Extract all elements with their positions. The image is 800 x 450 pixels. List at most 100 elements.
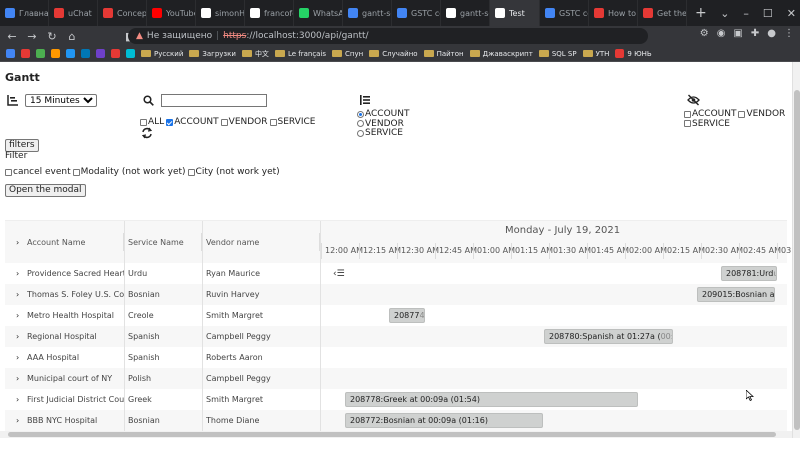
address-input[interactable]: ▲ Не защищено | https://localhost:3000/a… [128, 28, 648, 44]
tab-search-icon[interactable]: ⌄ [720, 7, 729, 20]
bookmark-folder[interactable]: Пайтон [423, 50, 464, 58]
bookmark-folder[interactable]: Русский [141, 50, 183, 58]
gantt-bar[interactable]: 208781:Urdu [721, 266, 777, 281]
search-icon[interactable] [140, 92, 156, 108]
search-input[interactable] [161, 93, 267, 107]
browser-tab[interactable]: uChat [49, 0, 98, 26]
expand-row-icon[interactable]: › [16, 368, 19, 389]
checkbox[interactable] [5, 168, 12, 176]
checkbox[interactable] [684, 120, 691, 127]
browser-tab[interactable]: WhatsApp [294, 0, 343, 26]
expand-row-icon[interactable]: › [16, 263, 19, 284]
gantt-row[interactable]: › Municipal court of NY Polish Campbell Peg… [5, 368, 787, 389]
option-checkbox-0[interactable]: cancel event [5, 167, 71, 177]
browser-tab[interactable]: GSTC com [540, 0, 589, 26]
gantt-bar[interactable]: 208772:Bosnian at 00:09a (01:16) [345, 413, 543, 428]
expand-row-icon[interactable]: › [16, 284, 19, 305]
filter-checkbox-2[interactable]: VENDOR [220, 117, 268, 127]
radio-button[interactable] [357, 129, 364, 137]
expand-row-icon[interactable]: › [16, 305, 19, 326]
browser-tab[interactable]: Get the te [638, 0, 687, 26]
checkbox[interactable] [269, 118, 277, 126]
bookmark-item[interactable] [66, 49, 75, 58]
bookmark-item[interactable] [126, 49, 135, 58]
browser-tab[interactable]: gantt-sche [343, 0, 392, 26]
bookmark-folder[interactable]: УТН [582, 50, 609, 58]
browser-tab[interactable]: Главная [0, 0, 49, 26]
radio-button[interactable] [357, 110, 364, 118]
checkbox[interactable] [187, 168, 195, 176]
expand-row-icon[interactable]: › [16, 347, 19, 368]
bookmark-folder[interactable]: Загрузки [189, 50, 236, 58]
bookmark-folder[interactable]: SQL SP [538, 50, 577, 58]
bookmark-folder[interactable]: Спун [332, 50, 363, 58]
refresh-icon[interactable] [139, 125, 155, 141]
bookmark-item[interactable] [111, 49, 120, 58]
profile-icon[interactable]: ● [767, 28, 776, 39]
column-header-vendor[interactable]: Vendor name [202, 233, 320, 251]
browser-tab[interactable]: francofga [245, 0, 294, 26]
option-checkbox-1[interactable]: Modality (not work yet) [72, 167, 186, 177]
hide-checkbox-0[interactable]: ACCOUNT [684, 110, 736, 119]
filter-checkbox-1[interactable]: ACCOUNT [166, 117, 219, 127]
bookmark-item[interactable] [51, 49, 60, 58]
expand-all-icon[interactable]: › [16, 233, 19, 251]
browser-tab[interactable]: Test [490, 0, 540, 26]
page-scrollbar[interactable] [792, 62, 800, 438]
checkbox[interactable] [738, 110, 746, 118]
group-radio-1[interactable]: VENDOR [357, 119, 404, 128]
group-radio-2[interactable]: SERVICE [357, 129, 403, 138]
column-header-account[interactable]: Account Name [23, 233, 124, 251]
checkbox[interactable] [72, 168, 80, 176]
horizontal-scroll-thumb[interactable] [8, 432, 776, 437]
option-checkbox-2[interactable]: City (not work yet) [187, 167, 280, 177]
expand-row-icon[interactable]: › [16, 389, 19, 410]
menu-icon[interactable]: ⋮ [784, 28, 794, 39]
bookmark-item[interactable] [96, 49, 105, 58]
checkbox[interactable] [220, 118, 228, 126]
forward-icon[interactable]: → [24, 30, 40, 43]
checkbox[interactable] [166, 118, 174, 126]
group-radio-0[interactable]: ACCOUNT [357, 110, 409, 119]
back-icon[interactable]: ← [4, 30, 20, 43]
minimize-icon[interactable]: – [743, 7, 749, 20]
bookmark-folder[interactable]: 中文 [241, 49, 269, 59]
extension-icon[interactable]: ▣ [733, 28, 742, 39]
browser-tab[interactable]: YouTube [147, 0, 196, 26]
radio-button[interactable] [357, 120, 364, 127]
filter-checkbox-3[interactable]: SERVICE [269, 117, 315, 127]
bookmark-folder[interactable]: Случайно [369, 50, 418, 58]
scroll-thumb[interactable] [794, 90, 800, 430]
browser-tab[interactable]: Concept [98, 0, 147, 26]
bookmark-item[interactable] [6, 49, 15, 58]
expand-row-icon[interactable]: › [16, 326, 19, 347]
extensions-puzzle-icon[interactable]: ✚ [751, 28, 759, 39]
horizontal-scrollbar[interactable] [0, 431, 792, 438]
bookmark-folder[interactable]: Le français [274, 50, 326, 58]
zoom-select[interactable]: 15 Minutes [25, 93, 97, 107]
browser-tab[interactable]: GSTC com [392, 0, 441, 26]
gantt-bar[interactable]: 20877 4 [389, 308, 425, 323]
reload-icon[interactable]: ↻ [44, 30, 60, 43]
gantt-bar[interactable]: 208780:Spanish at 01:27a (00:4 [544, 329, 673, 344]
extension-icon[interactable]: ⚙ [700, 28, 709, 39]
new-tab-button[interactable]: + [687, 5, 715, 21]
home-icon[interactable]: ⌂ [64, 30, 80, 43]
close-window-icon[interactable]: ✕ [787, 7, 796, 20]
column-header-service[interactable]: Service Name [124, 233, 202, 251]
open-modal-button[interactable]: Open the modal [5, 184, 86, 197]
gantt-row[interactable]: › Providence Sacred Heart M... Urdu Ryan Ma… [5, 263, 787, 284]
gantt-row[interactable]: › Thomas S. Foley U.S. Cour... Bosnian Ruvi… [5, 284, 787, 305]
maximize-icon[interactable]: ☐ [763, 7, 773, 20]
extension-icon[interactable]: ◉ [717, 28, 726, 39]
bookmark-item[interactable] [36, 49, 45, 58]
checkbox[interactable] [684, 110, 691, 118]
bookmark-item[interactable]: 9 ЮНЬ [615, 49, 652, 58]
bookmark-item[interactable] [21, 49, 30, 58]
hide-checkbox-1[interactable]: VENDOR [738, 110, 785, 119]
browser-tab[interactable]: simonHelp [196, 0, 245, 26]
browser-tab[interactable]: How to a [589, 0, 638, 26]
bookmark-item[interactable] [81, 49, 90, 58]
gantt-bar[interactable]: 208778:Greek at 00:09a (01:54) [345, 392, 638, 407]
expand-row-icon[interactable]: › [16, 410, 19, 431]
